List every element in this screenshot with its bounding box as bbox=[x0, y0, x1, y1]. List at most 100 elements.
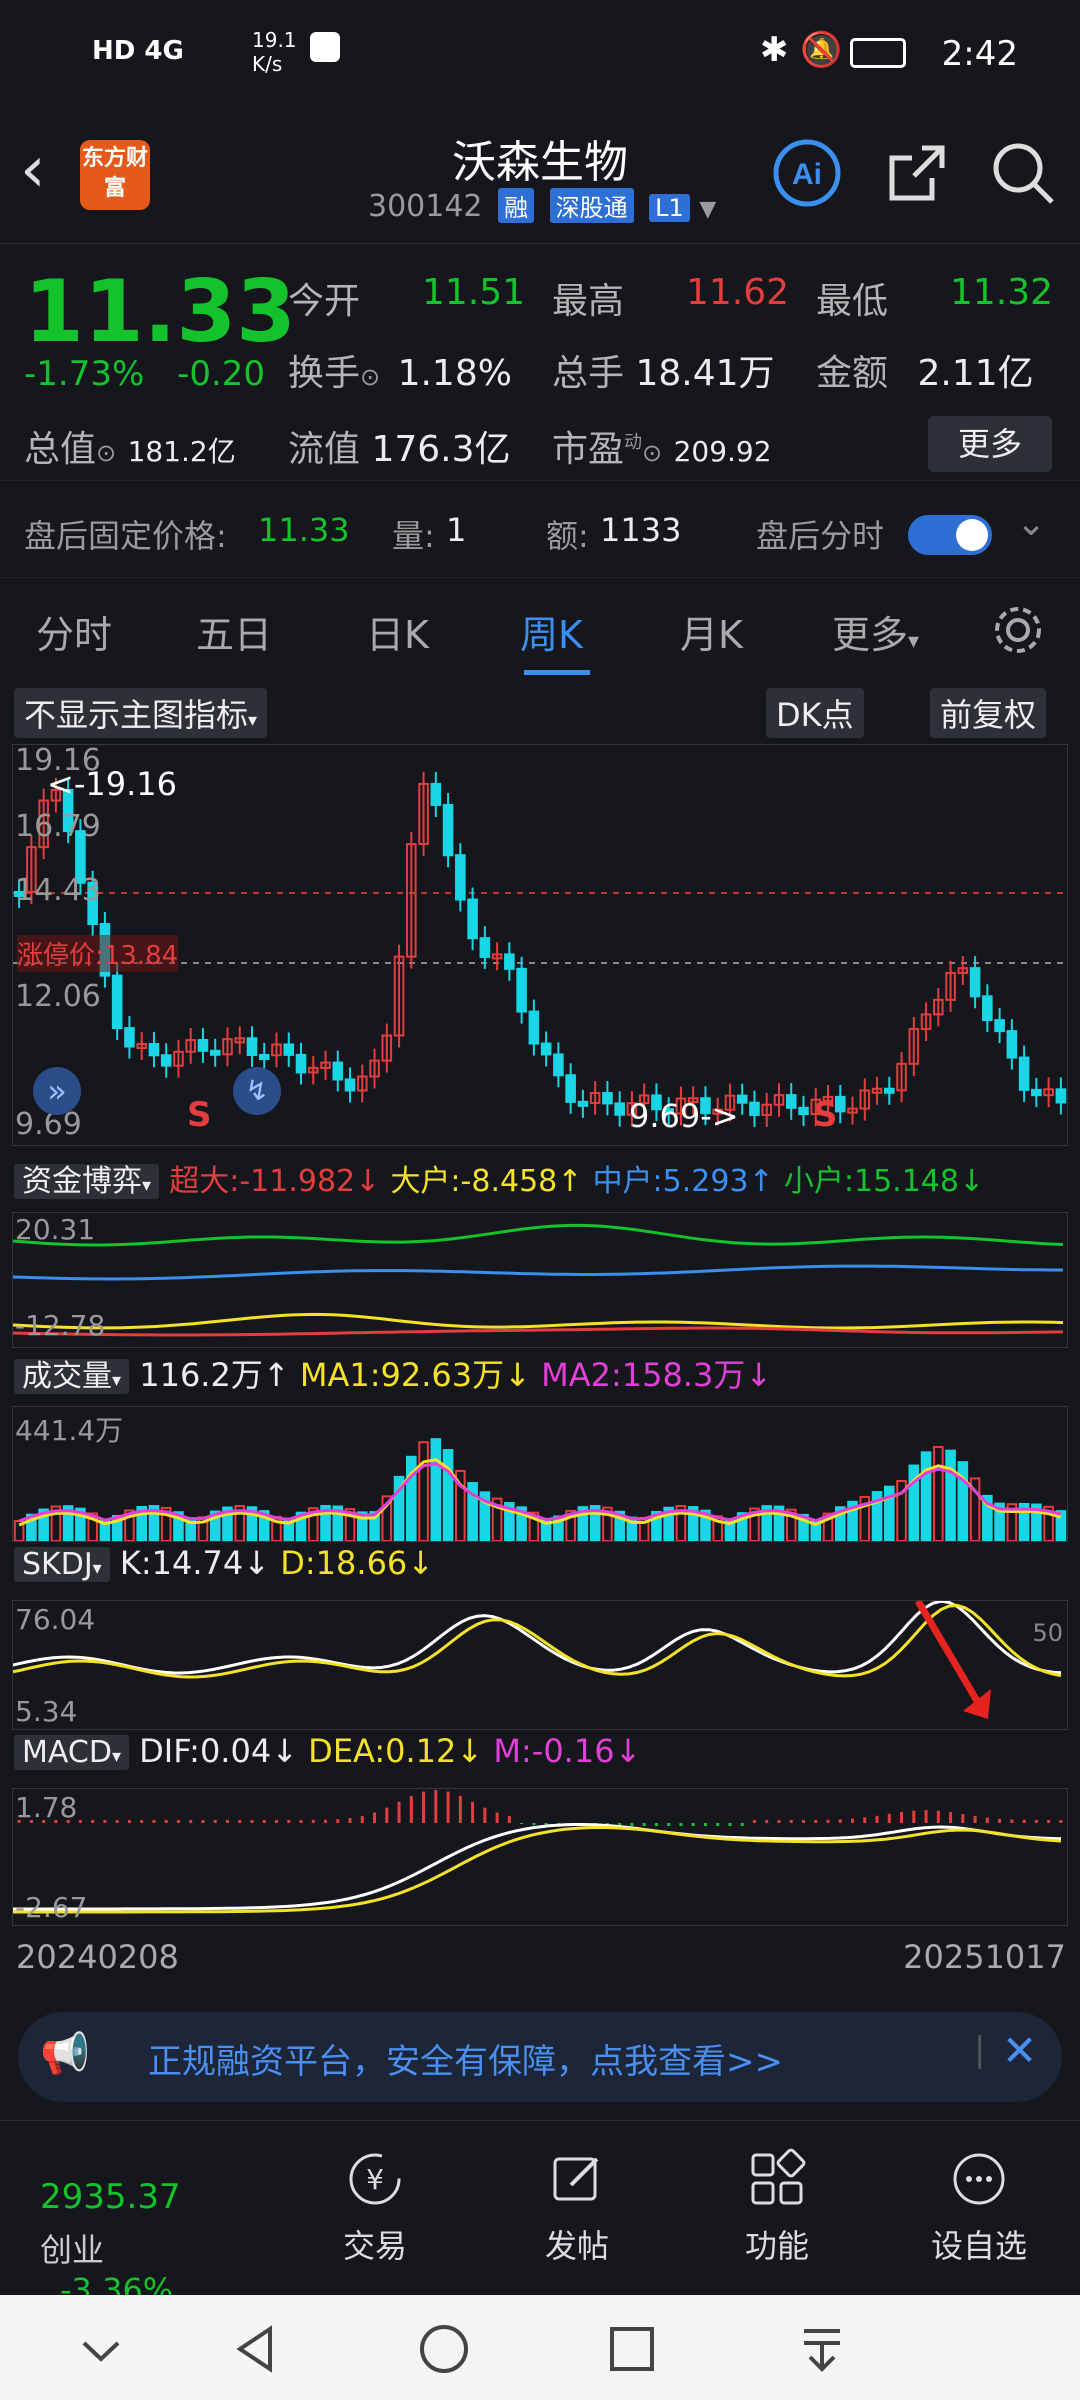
candle-body bbox=[258, 1053, 270, 1060]
promo-banner[interactable]: 📢 正规融资平台，安全有保障，点我查看>> | ✕ bbox=[18, 2012, 1062, 2102]
mute-icon: 🔕 bbox=[800, 30, 843, 70]
back-nav-icon[interactable] bbox=[228, 2321, 284, 2377]
yen-icon: ¥ bbox=[349, 2153, 401, 2205]
chevron-down-icon[interactable]: ⌄ bbox=[1016, 503, 1046, 544]
candle-body bbox=[736, 1094, 748, 1104]
close-icon[interactable]: ✕ bbox=[1002, 2026, 1037, 2075]
volume-stat: 总手 18.41万 bbox=[552, 344, 775, 396]
info-icon[interactable]: ⊙ bbox=[642, 439, 662, 467]
bottom-toolbar: 2935.37 创业 -3.36% ¥ 交易 发帖 功能 设自选 bbox=[0, 2120, 1080, 2309]
candle-body bbox=[1018, 1056, 1030, 1091]
after-amount-label: 额: bbox=[546, 517, 589, 555]
low-stat: 最低 11.32 bbox=[816, 272, 1053, 324]
candle-body bbox=[982, 995, 993, 1022]
tab-daily[interactable]: 日K bbox=[366, 604, 429, 659]
post-button[interactable]: 发帖 bbox=[502, 2121, 652, 2267]
drawing-tool-icon[interactable]: ↯ bbox=[233, 1067, 281, 1115]
mcap-label: 总值 bbox=[24, 429, 97, 470]
candle-body bbox=[1055, 1088, 1067, 1104]
volume-bar bbox=[945, 1449, 956, 1541]
banner-divider: | bbox=[974, 2030, 986, 2070]
tab-more-label: 更多 bbox=[832, 613, 909, 657]
download-nav-icon[interactable] bbox=[794, 2321, 850, 2377]
volume-value: 18.41万 bbox=[635, 353, 775, 394]
candle-body bbox=[553, 1053, 564, 1077]
functions-button[interactable]: 功能 bbox=[702, 2121, 852, 2267]
main-indicator-select[interactable]: 不显示主图指标▾ bbox=[14, 688, 268, 738]
skdj-50-level: 50 bbox=[1032, 1619, 1063, 1647]
candle-body bbox=[479, 937, 491, 958]
candle-body bbox=[884, 1087, 895, 1094]
grid-icon bbox=[751, 2148, 806, 2205]
index-ticker[interactable]: 2935.37 创业 -3.36% bbox=[40, 2177, 220, 2309]
candle-body bbox=[442, 804, 454, 857]
after-hours-toggle[interactable] bbox=[908, 515, 992, 555]
add-watchlist-button[interactable]: 设自选 bbox=[904, 2121, 1054, 2267]
info-icon[interactable]: ⊙ bbox=[96, 439, 116, 467]
tab-weekly[interactable]: 周K bbox=[520, 604, 583, 659]
network-speed: 19.1 K/s bbox=[252, 28, 297, 76]
y-label-4: 12.06 bbox=[15, 979, 101, 1014]
min-price-marker: 9.69-> bbox=[629, 1097, 739, 1135]
svg-text:¥: ¥ bbox=[366, 2163, 384, 2196]
macd-legend: MACD▾ DIF:0.04↓ DEA:0.12↓ M:-0.16↓ bbox=[14, 1732, 641, 1770]
info-icon[interactable]: ⊙ bbox=[360, 363, 380, 391]
macd-indicator-select[interactable]: MACD▾ bbox=[14, 1735, 129, 1770]
candle-body bbox=[111, 974, 123, 1030]
after-qty-value: 1 bbox=[446, 511, 467, 549]
after-qty-label: 量: bbox=[392, 517, 435, 555]
macd-dif: DIF:0.04↓ bbox=[139, 1732, 298, 1770]
mcap-value: 181.2亿 bbox=[127, 435, 236, 468]
tab-intraday[interactable]: 分时 bbox=[36, 604, 112, 659]
price-pane[interactable]: 19.16 16.79 14.43 12.06 9.69 <-19.16 9.6… bbox=[12, 743, 1068, 1146]
after-amount-value: 1133 bbox=[600, 511, 682, 549]
macd-pane: 1.78 -2.67 bbox=[12, 1788, 1068, 1926]
skdj-y-bottom: 5.34 bbox=[15, 1695, 78, 1728]
candle-body bbox=[785, 1094, 797, 1109]
skdj-pane: 76.04 5.34 50 bbox=[12, 1600, 1068, 1730]
share-icon[interactable] bbox=[882, 138, 952, 208]
pe-value: 209.92 bbox=[673, 435, 772, 468]
small-holder-line bbox=[13, 1223, 1064, 1247]
settings-icon[interactable] bbox=[990, 602, 1046, 658]
caret-down-icon: ▾ bbox=[248, 710, 258, 731]
tab-monthly[interactable]: 月K bbox=[680, 604, 743, 659]
more-dots-icon bbox=[953, 2153, 1005, 2205]
after-fixed-label: 盘后固定价格: bbox=[24, 517, 227, 555]
float-value: 176.3亿 bbox=[371, 429, 511, 470]
y-label-3: 14.43 bbox=[15, 873, 101, 908]
float-stat: 流值 176.3亿 bbox=[288, 420, 511, 472]
fund-indicator-select[interactable]: 资金博弈▾ bbox=[14, 1164, 160, 1199]
tab-five-day[interactable]: 五日 bbox=[196, 604, 272, 659]
recents-nav-icon[interactable] bbox=[604, 2321, 660, 2377]
chevron-down-icon[interactable]: ▼ bbox=[699, 197, 716, 222]
trade-button[interactable]: ¥ 交易 bbox=[300, 2121, 450, 2267]
status-bar: HD 4G 19.1 K/s ✱ 🔕 2:42 bbox=[0, 0, 1080, 108]
dk-point-button[interactable]: DK点 bbox=[766, 688, 864, 738]
adjust-button[interactable]: 前复权 bbox=[930, 688, 1047, 738]
margin-tag: 融 bbox=[498, 188, 535, 223]
y-label-2: 16.79 bbox=[15, 809, 101, 844]
change-percent: -1.73% bbox=[24, 354, 145, 394]
ai-icon[interactable]: Ai bbox=[772, 138, 842, 208]
search-icon[interactable] bbox=[988, 138, 1058, 208]
volume-indicator-select[interactable]: 成交量▾ bbox=[14, 1359, 130, 1394]
mcap-stat: 总值⊙ 181.2亿 bbox=[24, 420, 236, 472]
amount-value: 2.11亿 bbox=[917, 353, 1034, 394]
caret-down-icon: ▾ bbox=[92, 1558, 102, 1579]
volume-ma1: MA1:92.63万↓ bbox=[299, 1356, 531, 1394]
expand-icon[interactable]: » bbox=[33, 1067, 81, 1115]
tab-more[interactable]: 更多▾ bbox=[832, 604, 919, 659]
skdj-indicator-select[interactable]: SKDJ▾ bbox=[14, 1547, 110, 1582]
fund-mid: 中户:5.293↑ bbox=[592, 1164, 774, 1199]
hide-nav-icon[interactable] bbox=[76, 2325, 126, 2375]
more-button[interactable]: 更多 bbox=[928, 416, 1052, 472]
trade-label: 交易 bbox=[342, 2227, 407, 2265]
quote-panel: 11.33 -1.73% -0.20 今开 11.51 最高 11.62 最低 … bbox=[0, 243, 1080, 474]
bag-icon bbox=[310, 32, 340, 62]
volume-indicator-label: 成交量 bbox=[22, 1359, 112, 1394]
macd-indicator-label: MACD bbox=[22, 1735, 112, 1770]
turnover-label: 换手 bbox=[288, 353, 361, 394]
home-nav-icon[interactable] bbox=[416, 2321, 472, 2377]
caret-down-icon: ▾ bbox=[111, 1746, 121, 1767]
